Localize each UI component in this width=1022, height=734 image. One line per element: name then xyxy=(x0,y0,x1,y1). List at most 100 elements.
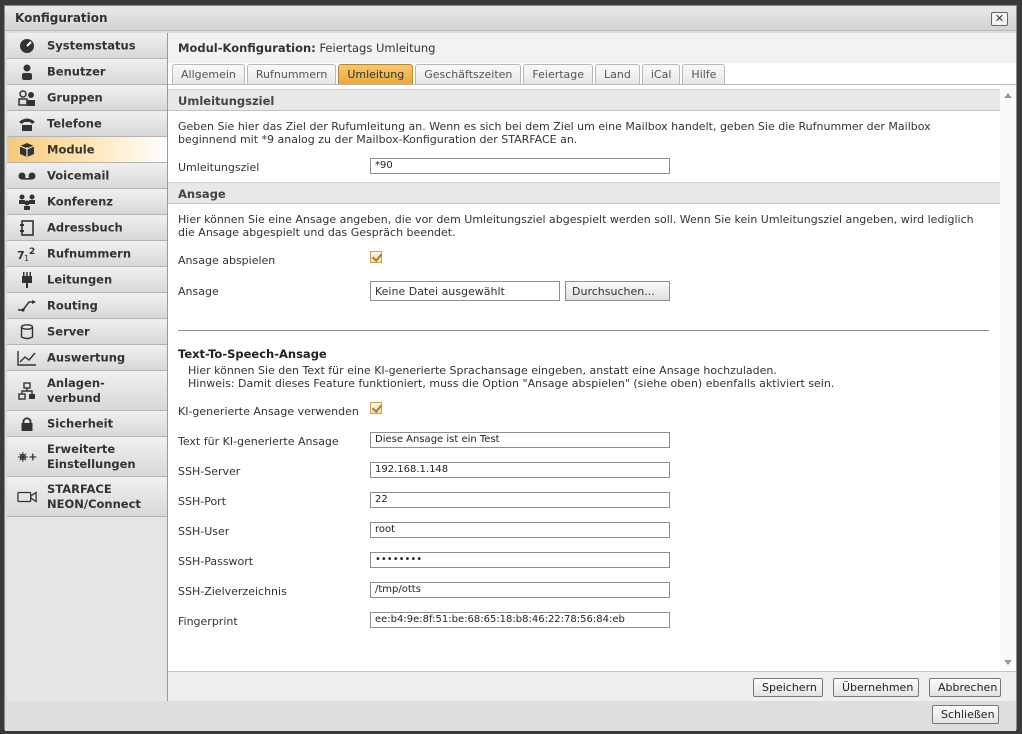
ssh-port-label: SSH-Port xyxy=(178,495,227,508)
ansage-file-input[interactable]: Keine Datei ausgewählt xyxy=(370,281,560,301)
tts-use-label: KI-generierte Ansage verwenden xyxy=(178,405,359,418)
tab-ical[interactable]: iCal xyxy=(641,64,681,84)
sidebar-item-label: STARFACE NEON/Connect xyxy=(47,482,141,512)
section-title: Ansage xyxy=(178,187,226,201)
sidebar-item-label: Server xyxy=(47,324,90,338)
tab-allgemein[interactable]: Allgemein xyxy=(172,64,245,84)
server-icon xyxy=(17,323,37,341)
module-icon xyxy=(17,141,37,159)
desc-line-2: beginnend mit *9 analog zu der Mailbox-K… xyxy=(178,133,578,146)
voicemail-icon xyxy=(17,167,37,185)
tab-umleitung[interactable]: Umleitung xyxy=(338,64,414,84)
label-line-2: Einstellungen xyxy=(47,456,136,471)
sidebar-item-label: Voicemail xyxy=(47,168,110,182)
sidebar-item-rufnummern[interactable]: 712 Rufnummern xyxy=(7,241,167,267)
ssh-password-input[interactable]: •••••••• xyxy=(370,552,670,568)
module-header: Modul-Konfiguration: Feiertags Umleitung xyxy=(168,33,1016,63)
module-title: Modul-Konfiguration: Feiertags Umleitung xyxy=(178,41,435,55)
label-line-2: verbund xyxy=(47,390,101,405)
addressbook-icon xyxy=(17,219,37,237)
scroll-down-icon[interactable] xyxy=(1004,660,1012,665)
conference-icon xyxy=(17,193,37,211)
gauge-icon xyxy=(17,37,37,55)
window-close-button[interactable]: ✕ xyxy=(991,12,1008,26)
sidebar-item-konferenz[interactable]: Konferenz xyxy=(7,189,167,215)
sidebar-item-label: Systemstatus xyxy=(47,38,136,52)
sidebar-item-gruppen[interactable]: Gruppen xyxy=(7,85,167,111)
ansage-file-label: Ansage xyxy=(178,285,219,298)
module-title-prefix: Modul-Konfiguration: xyxy=(178,41,316,55)
lock-icon xyxy=(17,415,37,433)
advanced-settings-icon xyxy=(17,448,37,466)
sidebar-item-label: Leitungen xyxy=(47,272,113,286)
sidebar-item-label: Erweiterte Einstellungen xyxy=(47,442,136,472)
sidebar-item-label: Sicherheit xyxy=(47,416,114,430)
ssh-user-label: SSH-User xyxy=(178,525,230,538)
sidebar-item-auswertung[interactable]: Auswertung xyxy=(7,345,167,371)
sidebar-item-module[interactable]: Module xyxy=(7,137,167,163)
close-button[interactable]: Schließen xyxy=(932,705,999,724)
window-titlebar: Konfiguration ✕ xyxy=(5,6,1016,31)
cancel-button[interactable]: Abbrechen xyxy=(929,678,1001,697)
umleitungsziel-input[interactable]: *90 xyxy=(370,158,670,174)
ansage-abspielen-checkbox[interactable] xyxy=(370,251,382,263)
tab-feiertage[interactable]: Feiertage xyxy=(523,64,594,84)
module-name: Feiertags Umleitung xyxy=(319,41,436,55)
window-bottom-bar: Schließen xyxy=(5,701,1016,731)
desc-line-2: die Ansage abgespielt und das Gespräch b… xyxy=(178,226,456,239)
sidebar-item-voicemail[interactable]: Voicemail xyxy=(7,163,167,189)
window-title: Konfiguration xyxy=(15,11,108,25)
sidebar-item-anlagenverbund[interactable]: Anlagen-verbund xyxy=(7,371,167,411)
label-line-1: Erweiterte xyxy=(47,441,116,456)
tab-land[interactable]: Land xyxy=(595,64,640,84)
ssh-password-label: SSH-Passwort xyxy=(178,555,254,568)
ssh-server-input[interactable]: 192.168.1.148 xyxy=(370,462,670,478)
tab-geschaeftszeiten[interactable]: Geschäftszeiten xyxy=(415,64,522,84)
tts-text-input[interactable]: Diese Ansage ist ein Test xyxy=(370,432,670,448)
sidebar-item-label: Module xyxy=(47,142,95,156)
sidebar-item-label: Telefone xyxy=(47,116,102,130)
umleitungsziel-label: Umleitungsziel xyxy=(178,161,260,174)
phone-icon xyxy=(17,115,37,133)
user-icon xyxy=(17,63,37,81)
routing-icon xyxy=(17,297,37,315)
scroll-up-icon[interactable] xyxy=(1004,93,1012,98)
sidebar-item-server[interactable]: Server xyxy=(7,319,167,345)
label-line-1: STARFACE xyxy=(47,481,112,496)
content-scrollbar[interactable] xyxy=(1000,85,1016,671)
ansage-abspielen-label: Ansage abspielen xyxy=(178,254,276,267)
ansage-description: Hier können Sie eine Ansage angeben, die… xyxy=(178,213,988,239)
ssh-target-dir-input[interactable]: /tmp/otts xyxy=(370,582,670,598)
sidebar-item-systemstatus[interactable]: Systemstatus xyxy=(7,33,167,59)
sidebar-item-leitungen[interactable]: Leitungen xyxy=(7,267,167,293)
section-umleitungsziel: Umleitungsziel xyxy=(168,89,1000,111)
tab-rufnummern[interactable]: Rufnummern xyxy=(246,64,337,84)
save-button[interactable]: Speichern xyxy=(753,678,823,697)
sidebar-item-erweiterte-einstellungen[interactable]: Erweiterte Einstellungen xyxy=(7,437,167,477)
video-icon xyxy=(17,488,37,506)
sidebar-item-starface-neon[interactable]: STARFACE NEON/Connect xyxy=(7,477,167,517)
browse-button[interactable]: Durchsuchen... xyxy=(565,281,670,301)
sidebar-item-benutzer[interactable]: Benutzer xyxy=(7,59,167,85)
label-line-2: NEON/Connect xyxy=(47,496,141,511)
umleitung-description: Geben Sie hier das Ziel der Rufumleitung… xyxy=(178,120,988,146)
ssh-server-label: SSH-Server xyxy=(178,465,241,478)
group-icon xyxy=(17,89,37,107)
tab-hilfe[interactable]: Hilfe xyxy=(682,64,726,84)
sidebar-item-label: Benutzer xyxy=(47,64,106,78)
sidebar-item-label: Gruppen xyxy=(47,90,103,104)
ssh-port-input[interactable]: 22 xyxy=(370,492,670,508)
sidebar-item-telefone[interactable]: Telefone xyxy=(7,111,167,137)
fingerprint-input[interactable]: ee:b4:9e:8f:51:be:68:65:18:b8:46:22:78:5… xyxy=(370,612,670,628)
apply-button[interactable]: Übernehmen xyxy=(833,678,919,697)
tts-description: Hier können Sie den Text für eine KI-gen… xyxy=(188,364,988,390)
tts-use-checkbox[interactable] xyxy=(370,402,382,414)
sidebar-item-label: Adressbuch xyxy=(47,220,123,234)
sidebar-item-routing[interactable]: Routing xyxy=(7,293,167,319)
ssh-user-input[interactable]: root xyxy=(370,522,670,538)
desc-line-1: Geben Sie hier das Ziel der Rufumleitung… xyxy=(178,120,931,133)
sidebar-item-adressbuch[interactable]: Adressbuch xyxy=(7,215,167,241)
sidebar-item-sicherheit[interactable]: Sicherheit xyxy=(7,411,167,437)
sidebar-item-label: Routing xyxy=(47,298,98,312)
sidebar: Systemstatus Benutzer Gruppen Telefone M… xyxy=(7,33,167,701)
